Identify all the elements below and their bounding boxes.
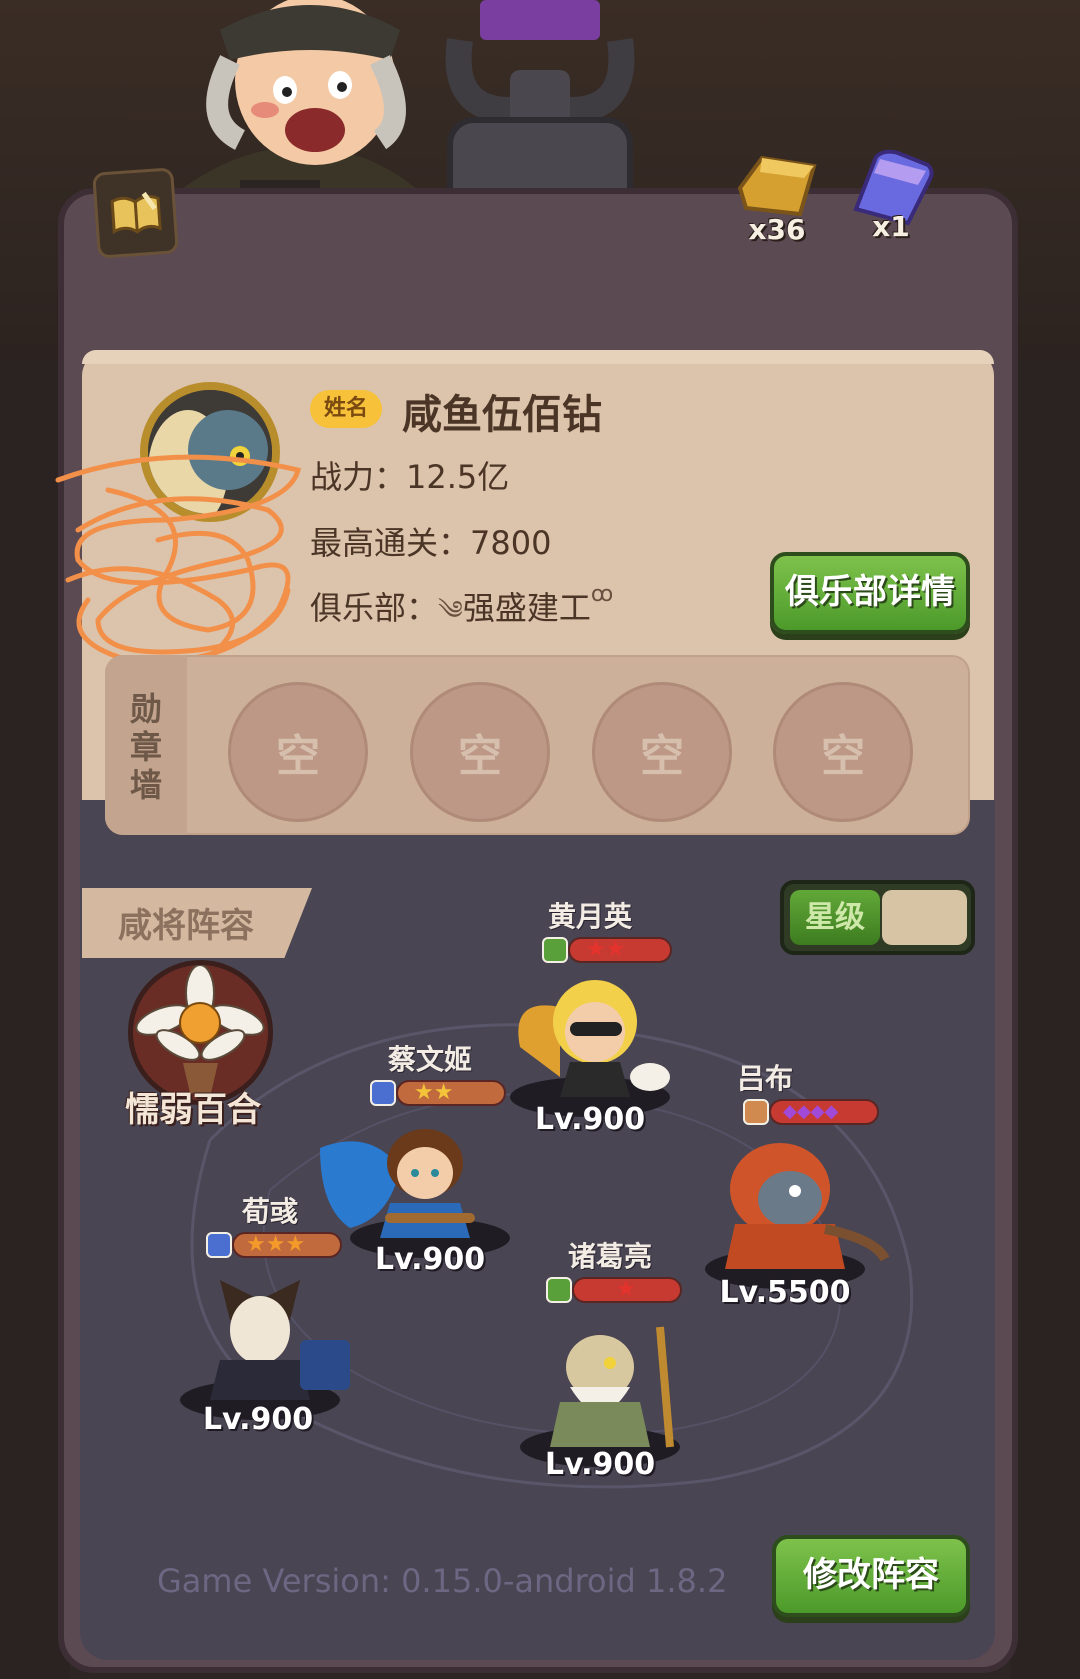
hero-star-bar: ★★: [396, 1080, 506, 1106]
hero-level: Lv.900: [202, 1402, 314, 1437]
power-value: 12.5亿: [406, 458, 510, 496]
power-label: 战力：: [310, 458, 407, 496]
medal-slot-2[interactable]: 空: [410, 682, 550, 822]
medal-slot-4[interactable]: 空: [773, 682, 913, 822]
hero-class-badge: [542, 937, 568, 963]
player-name: 咸鱼伍佰钻: [402, 392, 602, 438]
hero-sprite: [520, 1326, 680, 1467]
club-wing-left-icon: ༄: [438, 596, 463, 626]
redaction-scribble: [55, 454, 302, 673]
club-line: 俱乐部：༄强盛建工ꝏ: [310, 582, 613, 655]
lineup-title: 咸将阵容: [118, 906, 254, 946]
hero-name: 黄月英: [547, 900, 632, 933]
medal-wall-label: 勋章墙: [129, 690, 162, 804]
medal-slot-1[interactable]: 空: [228, 682, 368, 822]
power-line: 战力：12.5亿: [310, 452, 509, 498]
lily-pet-image: [135, 964, 265, 1093]
game-version: Game Version: 0.15.0-android 1.8.2: [157, 1562, 728, 1600]
hero-name: 诸葛亮: [567, 1240, 652, 1273]
hero-stars: ★★★: [246, 1232, 306, 1257]
hero-stars: ★★: [586, 937, 626, 962]
hero-level: Lv.900: [544, 1447, 656, 1482]
stage-value: 7800: [470, 524, 552, 562]
book-button[interactable]: [92, 167, 179, 259]
stage-label: 最高通关：: [310, 524, 471, 562]
hero-name: 蔡文姬: [387, 1043, 472, 1076]
hero-class-badge: [370, 1080, 396, 1106]
medal-slot-3[interactable]: 空: [592, 682, 732, 822]
club-wing-right-icon: ꝏ: [590, 582, 614, 607]
hero-stars: ★★: [414, 1080, 454, 1105]
hero-star-bar: ★: [572, 1277, 682, 1303]
club-label: 俱乐部：: [310, 589, 439, 627]
club-detail-button[interactable]: 俱乐部详情: [770, 552, 970, 634]
background-right: [1010, 360, 1080, 1679]
hero-class-badge: [743, 1099, 769, 1125]
profile-panel-highlight: [82, 350, 994, 364]
gold-count: x36: [748, 213, 806, 246]
hero-lu-bu[interactable]: 吕布 ◆◆◆◆ Lv.5500: [695, 1057, 895, 1310]
hero-sprite: [180, 1280, 350, 1420]
name-tag: 姓名: [310, 390, 382, 428]
hero-class-badge: [206, 1232, 232, 1258]
resource-crystal[interactable]: x1: [836, 145, 946, 243]
crystal-count: x1: [872, 210, 910, 243]
hero-xun-yu[interactable]: 荀彧 ★★★ Lv.900: [170, 1190, 370, 1437]
hero-name: 荀彧: [241, 1195, 298, 1228]
star-toggle-knob[interactable]: [882, 890, 967, 945]
book-icon: [110, 191, 162, 235]
stage-line: 最高通关：7800: [310, 518, 551, 564]
edit-lineup-button[interactable]: 修改阵容: [772, 1535, 970, 1617]
club-value: 强盛建工: [462, 589, 591, 627]
hero-star-bar: ★★★: [232, 1232, 342, 1258]
hero-star-bar: ◆◆◆◆: [769, 1099, 879, 1125]
hero-class-badge: [546, 1277, 572, 1303]
hero-zhuge-liang[interactable]: 诸葛亮 ★ Lv.900: [510, 1235, 710, 1482]
hero-stars: ◆◆◆◆: [783, 1101, 839, 1122]
hero-name: 吕布: [736, 1062, 793, 1095]
pet-name: 懦弱百合: [125, 1090, 261, 1130]
resource-gold[interactable]: x36: [722, 148, 832, 246]
star-toggle-label: 星级: [790, 890, 880, 945]
hero-stars: ★: [616, 1277, 636, 1302]
hero-sprite: [705, 1143, 890, 1289]
hero-level: Lv.5500: [719, 1275, 851, 1310]
hero-star-bar: ★★: [568, 937, 672, 963]
